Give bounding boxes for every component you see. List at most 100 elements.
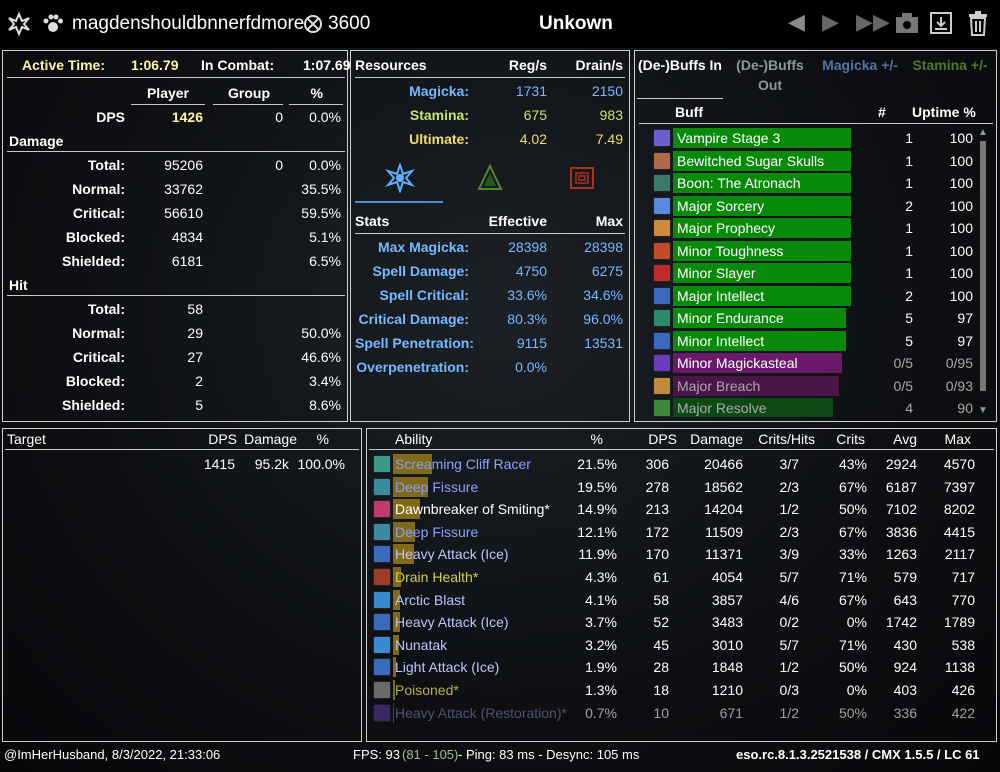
resource-label: Magicka: — [409, 83, 469, 99]
tab-buffs-in[interactable]: (De-)Buffs In — [637, 55, 723, 99]
ability-row[interactable]: Heavy Attack (Ice) 3.7% 52 3483 0/2 0% 1742 178… — [369, 611, 994, 633]
ability-crits-hits: 0/3 — [779, 682, 799, 698]
buff-row[interactable]: Major Breach 0/5 0/93 — [651, 375, 977, 396]
scroll-thumb[interactable] — [980, 141, 986, 391]
buff-name: Major Resolve — [677, 400, 767, 416]
stat-label: Spell Penetration: — [355, 335, 475, 351]
buff-row[interactable]: Major Resolve 4 90 — [651, 397, 977, 417]
buff-row[interactable]: Minor Toughness 1 100 — [651, 240, 977, 261]
ability-avg: 336 — [893, 704, 917, 721]
tab-stamina-stats[interactable] — [445, 155, 537, 203]
in-combat-value: 1:07.69 — [303, 57, 351, 73]
intellect-icon — [653, 286, 671, 305]
buff-count: 1 — [905, 152, 913, 169]
buff-count: 2 — [905, 287, 913, 304]
ability-crits: 43% — [838, 456, 867, 472]
buff-count: 1 — [905, 220, 913, 236]
summary-label: Shielded: — [61, 253, 125, 269]
ability-dps: 172 — [645, 523, 669, 540]
summary-player-value: 95206 — [164, 157, 203, 173]
tab-buffs-out[interactable]: (De-)Buffs Out — [727, 55, 813, 99]
buffs-panel: (De-)Buffs In (De-)Buffs Out Magicka +/-… — [634, 50, 997, 422]
ability-crits-hits: 2/3 — [779, 478, 799, 495]
footer-account: @ImHerHusband, 8/3/2022, 21:33:06 — [4, 747, 221, 762]
ability-crits: 0% — [846, 682, 867, 698]
col-group: Group — [228, 85, 270, 101]
divider — [131, 104, 205, 105]
summary-label: Shielded: — [61, 397, 125, 413]
damage-section-label: Damage — [9, 133, 64, 149]
ability-row[interactable]: Deep Fissure 19.5% 278 18562 2/3 67% 6187 7397 — [369, 476, 994, 497]
ability-row[interactable]: Deep Fissure 12.1% 172 11509 2/3 67% 3836 4415 — [369, 521, 994, 542]
scroll-up-icon[interactable]: ▲ — [978, 127, 988, 138]
screenshot-icon[interactable] — [894, 11, 920, 35]
buff-row[interactable]: Minor Endurance 5 97 — [651, 307, 977, 328]
resolve-icon — [653, 399, 671, 417]
scroll-down-icon[interactable]: ▼ — [978, 405, 988, 416]
last-fight-button[interactable]: ▶▶ — [856, 9, 890, 35]
buff-row[interactable]: Minor Intellect 5 97 — [651, 330, 977, 351]
dawnbreaker-icon — [373, 500, 391, 519]
summary-percent-value: 59.5% — [301, 205, 341, 221]
tab-stamina[interactable]: Stamina +/- — [907, 55, 993, 99]
summary-percent-value: 50.0% — [301, 325, 341, 341]
ability-max: 770 — [951, 591, 975, 608]
buff-row[interactable]: Minor Slayer 1 100 — [651, 262, 977, 283]
summary-percent-value: 5.1% — [309, 229, 341, 245]
buff-row[interactable]: Boon: The Atronach 1 100 — [651, 172, 977, 193]
save-icon[interactable] — [929, 11, 953, 35]
buff-row[interactable]: Major Sorcery 2 100 — [651, 195, 977, 216]
ability-row[interactable]: Screaming Cliff Racer 21.5% 306 20466 3/7 43%… — [369, 453, 994, 474]
col-ability-damage: Damage — [690, 431, 743, 447]
target-row[interactable]: 1415 95.2k 100.0% — [5, 453, 359, 475]
buff-row[interactable]: Major Prophecy 1 100 — [651, 217, 977, 238]
next-fight-button[interactable]: ▶ — [822, 9, 839, 35]
ability-row[interactable]: Dawnbreaker of Smiting* 14.9% 213 14204 1/2 5… — [369, 498, 994, 520]
slayer-icon — [653, 264, 671, 282]
ability-crits-hits: 3/9 — [779, 546, 799, 563]
active-time-value: 1:06.79 — [131, 57, 179, 73]
tab-health-stats[interactable] — [539, 155, 625, 203]
ability-pct: 11.9% — [578, 546, 617, 563]
buff-count: 5 — [905, 310, 913, 326]
buff-uptime: 100 — [949, 175, 973, 191]
ability-row[interactable]: Heavy Attack (Restoration)* 0.7% 10 671 1/2 5… — [369, 702, 994, 723]
ability-name: Poisoned* — [395, 682, 459, 698]
active-time-label: Active Time: — [22, 57, 105, 73]
buff-row[interactable]: Major Intellect 2 100 — [651, 285, 977, 306]
ability-row[interactable]: Poisoned* 1.3% 18 1210 0/3 0% 403 426 — [369, 679, 994, 700]
ability-name: Nunatak — [395, 636, 448, 653]
ability-name: Heavy Attack (Ice) — [395, 546, 509, 563]
ability-row[interactable]: Light Attack (Ice) 1.9% 28 1848 1/2 50% 924 113… — [369, 656, 994, 678]
summary-label: Blocked: — [65, 229, 125, 245]
ability-row[interactable]: Arctic Blast 4.1% 58 3857 4/6 67% 643 770 — [369, 589, 994, 610]
tab-magicka-stats[interactable] — [355, 155, 443, 203]
ability-row[interactable]: Heavy Attack (Ice) 11.9% 170 11371 3/9 33% 126… — [369, 543, 994, 565]
footer-version: eso.rc.8.1.3.2521538 / CMX 1.5.5 / LC 61 — [736, 747, 980, 762]
ability-row[interactable]: Nunatak 3.2% 45 3010 5/7 71% 430 538 — [369, 634, 994, 655]
summary-percent-value: 8.6% — [309, 397, 341, 413]
buff-scrollbar[interactable]: ▲ ▼ — [978, 127, 988, 417]
resource-reg: 675 — [523, 107, 547, 123]
tab-magicka[interactable]: Magicka +/- — [817, 55, 903, 99]
ability-damage: 11509 — [705, 523, 743, 540]
resources-panel: Resources Reg/s Drain/s Magicka: 1731 2150… — [350, 50, 630, 422]
ability-name: Arctic Blast — [395, 591, 466, 608]
previous-fight-button[interactable]: ◀ — [788, 9, 805, 35]
ability-avg: 924 — [893, 659, 917, 676]
delete-icon[interactable] — [966, 9, 990, 37]
divider — [7, 295, 345, 296]
buff-row[interactable]: Minor Magickasteal 0/5 0/95 — [651, 352, 977, 373]
ability-avg: 1263 — [885, 546, 917, 563]
buff-row[interactable]: Bewitched Sugar Skulls 1 100 — [651, 150, 977, 171]
ability-row[interactable]: Drain Health* 4.3% 61 4054 5/7 71% 579 717 — [369, 566, 994, 587]
buff-name: Vampire Stage 3 — [677, 130, 781, 146]
buff-row[interactable]: Vampire Stage 3 1 100 — [651, 127, 977, 148]
ability-crits: 50% — [838, 501, 867, 518]
divider — [289, 104, 343, 105]
resource-label: Stamina: — [409, 107, 469, 123]
stat-label: Max Magicka: — [377, 239, 469, 255]
ability-pct: 1.3% — [585, 682, 617, 698]
ability-crits-hits: 1/2 — [779, 501, 799, 518]
hit-section-label: Hit — [9, 277, 28, 293]
